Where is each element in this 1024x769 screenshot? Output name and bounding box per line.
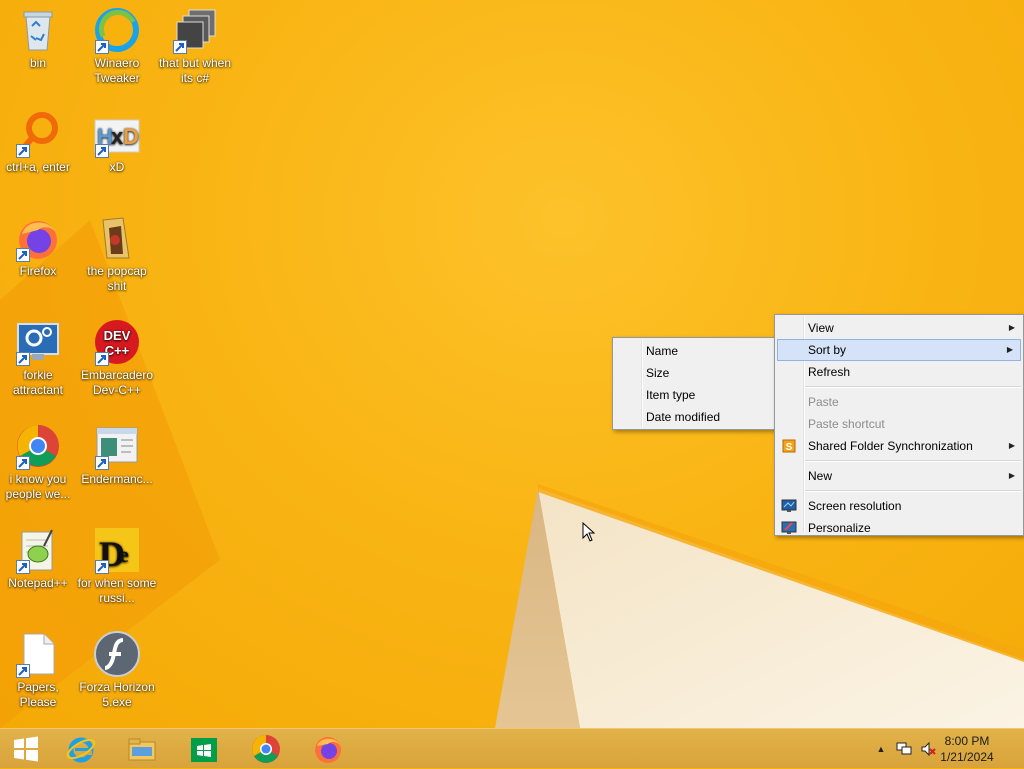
submenu-arrow-icon: ▶ <box>1008 323 1015 332</box>
menu-item-label: Refresh <box>808 365 851 379</box>
menu-item-personalize[interactable]: Personalize <box>775 517 1023 539</box>
chrome-icon <box>252 735 280 763</box>
taskbar-store[interactable] <box>178 731 230 767</box>
desktop-icon-label: ctrl+a, enter <box>6 160 70 174</box>
menu-separator <box>805 490 1021 492</box>
svg-text:DEV: DEV <box>104 328 131 343</box>
desktop-icon-forkie-attractant[interactable]: forkie attractant <box>0 312 78 398</box>
sort-by-submenu: Name Size Item type Date modified <box>612 337 776 430</box>
file-explorer-icon <box>128 738 156 761</box>
desktop-icon-firefox[interactable]: Firefox <box>0 208 78 279</box>
store-icon <box>191 738 217 762</box>
sync-icon: S <box>782 439 796 453</box>
desktop[interactable]: bin ctrl+a, enter Firefox forkie attract… <box>0 0 1024 728</box>
mouse-cursor-icon <box>582 522 596 542</box>
desktop-icon-label: xD <box>109 160 125 174</box>
desktop-icon-i-know-you[interactable]: i know you people we... <box>0 416 78 502</box>
menu-separator <box>805 460 1021 462</box>
personalize-icon <box>781 521 797 534</box>
desktop-icon-label: Winaero Tweaker <box>94 56 140 85</box>
flash-icon <box>94 631 140 677</box>
menu-item-new[interactable]: New ▶ <box>775 465 1023 487</box>
menu-item-sort-item-type[interactable]: Item type <box>613 384 775 406</box>
taskbar-file-explorer[interactable] <box>116 731 168 767</box>
desktop-icon-ctrl-a-enter[interactable]: ctrl+a, enter <box>0 104 78 175</box>
desktop-icon-forza[interactable]: Forza Horizon 5.exe <box>77 624 157 710</box>
desktop-icon-label: Papers, Please <box>17 680 59 709</box>
svg-text:D: D <box>123 124 139 149</box>
desktop-icon-for-when[interactable]: De for when some russi... <box>77 520 157 606</box>
desktop-icon-label: that but when its c# <box>158 56 232 85</box>
recycle-bin-icon <box>23 11 53 51</box>
windows-logo-icon <box>14 736 38 762</box>
submenu-arrow-icon: ▶ <box>1006 345 1013 354</box>
menu-item-sort-date-modified[interactable]: Date modified <box>613 406 775 428</box>
taskbar-internet-explorer[interactable] <box>55 731 107 767</box>
desktop-icon-label: forkie attractant <box>12 368 64 397</box>
internet-explorer-icon <box>66 737 96 763</box>
taskbar: ▲ 8:00 PM 1/21/2024 <box>0 728 1024 768</box>
menu-item-shared-folder-sync[interactable]: S Shared Folder Synchronization ▶ <box>775 435 1023 457</box>
menu-item-label: New <box>808 469 833 483</box>
network-icon[interactable] <box>896 741 912 757</box>
desktop-icon-label: Embarcadero Dev-C++ <box>80 368 154 397</box>
menu-item-label: Shared Folder Synchronization <box>808 439 973 453</box>
show-hidden-icons-button[interactable]: ▲ <box>872 744 890 754</box>
taskbar-firefox[interactable] <box>302 731 354 767</box>
desktop-icon-label: the popcap shit <box>87 264 147 293</box>
desktop-icon-label: Endermanc... <box>81 472 153 486</box>
desktop-icon-notepadpp[interactable]: Notepad++ <box>0 520 78 591</box>
taskbar-clock[interactable]: 8:00 PM 1/21/2024 <box>932 733 1002 765</box>
desktop-icon-bin[interactable]: bin <box>0 0 78 71</box>
menu-item-label: Sort by <box>808 343 847 357</box>
menu-item-paste-shortcut[interactable]: Paste shortcut <box>775 413 1023 435</box>
menu-item-label: View <box>808 321 834 335</box>
menu-item-sort-by[interactable]: Sort by ▶ <box>777 339 1021 361</box>
svg-text:S: S <box>786 442 793 453</box>
menu-item-sort-size[interactable]: Size <box>613 362 775 384</box>
desktop-context-menu: View ▶ Sort by ▶ Refresh Paste Paste short… <box>774 314 1024 536</box>
folder-icon <box>102 217 130 259</box>
desktop-icon-label: Forza Horizon 5.exe <box>79 680 155 709</box>
desktop-icon-that-but-when[interactable]: that but when its c# <box>155 0 235 86</box>
taskbar-chrome[interactable] <box>240 731 292 767</box>
menu-item-view[interactable]: View ▶ <box>775 317 1023 339</box>
clock-time: 8:00 PM <box>944 734 990 748</box>
submenu-arrow-icon: ▶ <box>1008 441 1015 450</box>
menu-item-label: Paste shortcut <box>808 417 885 431</box>
submenu-arrow-icon: ▶ <box>1008 471 1015 480</box>
desktop-icon-label: Firefox <box>19 264 57 278</box>
desktop-icon-devcpp[interactable]: DEV C++ Embarcadero Dev-C++ <box>77 312 157 398</box>
clock-date: 1/21/2024 <box>940 750 994 764</box>
desktop-icon-label: Notepad++ <box>8 576 68 590</box>
screen-resolution-icon <box>781 499 797 512</box>
desktop-icon-winaero-tweaker[interactable]: Winaero Tweaker <box>77 0 157 86</box>
menu-separator <box>805 386 1021 388</box>
menu-item-label: Paste <box>808 395 839 409</box>
desktop-icon-label: for when some russi... <box>77 576 157 605</box>
desktop-icon-label: i know you people we... <box>5 472 71 501</box>
menu-item-refresh[interactable]: Refresh <box>775 361 1023 383</box>
menu-item-paste[interactable]: Paste <box>775 391 1023 413</box>
svg-text:e: e <box>119 542 129 567</box>
system-tray: ▲ <box>872 729 936 769</box>
desktop-icon-label: bin <box>29 56 46 70</box>
start-button[interactable] <box>0 731 52 767</box>
desktop-icon-popcap[interactable]: the popcap shit <box>77 208 157 294</box>
menu-item-label: Screen resolution <box>808 499 902 513</box>
firefox-icon <box>315 737 341 763</box>
desktop-icon-xd[interactable]: HxD xD <box>77 104 157 175</box>
menu-item-sort-name[interactable]: Name <box>613 340 775 362</box>
desktop-icon-endermanch[interactable]: Endermanc... <box>77 416 157 487</box>
menu-item-screen-resolution[interactable]: Screen resolution <box>775 495 1023 517</box>
desktop-icon-papers-please[interactable]: Papers, Please <box>0 624 78 710</box>
menu-item-label: Personalize <box>808 521 871 535</box>
